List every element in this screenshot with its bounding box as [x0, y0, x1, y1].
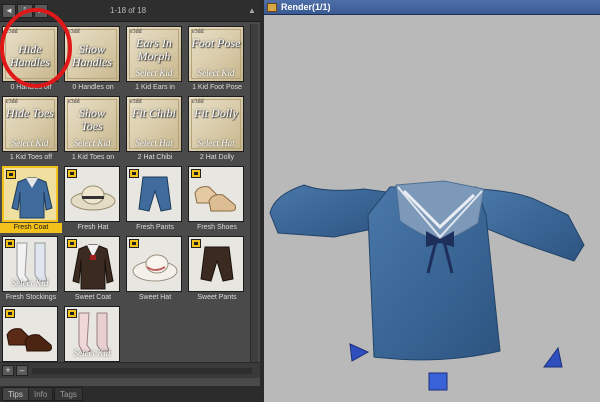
library-item-fresh-stockings[interactable]: Select Kid Fresh Stockings	[0, 234, 60, 302]
red-annotation-circle	[0, 8, 72, 88]
figure-badge-icon	[129, 239, 139, 248]
item-caption: 1 Kid Toes on	[71, 154, 115, 161]
item-range-label: 1-18 of 18	[110, 6, 147, 15]
library-item-hide-toes[interactable]: e3dd Hide Toes Select Kid 1 Kid Toes off	[0, 94, 60, 162]
figure-badge-icon	[67, 309, 77, 318]
content-library-pane: ◄ 1 ► 1-18 of 18 ▲ e3dd Hide Handles 0 H…	[0, 0, 260, 402]
item-thumbnail: Select Kid	[2, 236, 58, 292]
library-tab-bar: Tips Info Tags	[0, 386, 260, 402]
library-item-show-toes[interactable]: e3dd Show Toes Select Kid 1 Kid Toes on	[62, 94, 122, 162]
item-thumbnail	[64, 236, 120, 292]
library-item-fresh-coat[interactable]: Fresh Coat	[0, 164, 62, 233]
item-thumbnail	[2, 306, 58, 362]
thumbnail-subtitle: Select Kid	[11, 278, 49, 288]
library-item-grid: e3dd Hide Handles 0 Handles off e3dd Sho…	[0, 8, 248, 362]
item-thumbnail	[188, 166, 244, 222]
render-title-bar[interactable]: Render(1/1)	[264, 0, 600, 15]
item-thumbnail: e3dd Foot Pose Select Kid	[188, 26, 244, 82]
thumbnail-title: Show Toes	[78, 106, 105, 133]
library-bottom-bar: + –	[0, 362, 260, 378]
item-caption: Fresh Pants	[136, 224, 174, 231]
right-marker-icon	[543, 346, 563, 368]
library-item-ears-in[interactable]: e3dd Ears In Morph Select Kid 1 Kid Ears…	[124, 24, 184, 92]
library-item-fresh-shoes[interactable]: Fresh Shoes	[186, 164, 246, 232]
thumbnail-subtitle: Select Kid	[73, 348, 111, 358]
thumbnail-title: Hide Toes	[6, 106, 54, 120]
figure-badge-icon	[5, 309, 15, 318]
render-window-title: Render(1/1)	[281, 2, 331, 12]
item-caption: 1 Kid Ears in	[135, 84, 175, 91]
left-marker-icon	[349, 343, 370, 362]
item-caption: 1 Kid Foot Pose	[192, 84, 242, 91]
tab-tags[interactable]: Tags	[54, 387, 83, 401]
item-thumbnail	[188, 236, 244, 292]
thumbnail-subtitle: Select Kid	[135, 68, 173, 78]
thumbnail-subtitle: Select Kid	[73, 138, 111, 148]
bottom-marker-icon	[428, 372, 448, 391]
library-item-fresh-pants[interactable]: Fresh Pants	[124, 164, 184, 232]
item-thumbnail	[2, 166, 58, 222]
tab-info[interactable]: Info	[28, 387, 54, 401]
rendered-sailor-shirt	[269, 180, 585, 391]
figure-badge-icon	[67, 169, 77, 178]
item-thumbnail: e3dd Fit Dolly Select Hat	[188, 96, 244, 152]
item-tag: e3dd	[6, 99, 18, 105]
item-tag: e3dd	[192, 99, 204, 105]
item-thumbnail: e3dd Fit Chibi Select Hat	[126, 96, 182, 152]
figure-badge-icon	[67, 239, 77, 248]
item-caption: Sweet Hat	[138, 294, 172, 301]
library-scrollbar[interactable]	[250, 24, 258, 362]
item-caption: 2 Hat Dolly	[199, 154, 235, 161]
item-tag: e3dd	[68, 99, 80, 105]
thumbnail-subtitle: Select Hat	[135, 138, 173, 148]
library-item-fit-chibi[interactable]: e3dd Fit Chibi Select Hat 2 Hat Chibi	[124, 94, 184, 162]
item-thumbnail: Select Kid	[64, 306, 120, 362]
item-caption: Sweet Pants	[197, 294, 237, 301]
add-item-button[interactable]: +	[2, 365, 14, 376]
item-thumbnail	[126, 166, 182, 222]
library-item-foot-pose[interactable]: e3dd Foot Pose Select Kid 1 Kid Foot Pos…	[186, 24, 246, 92]
render-window-icon	[267, 3, 277, 12]
remove-item-button[interactable]: –	[16, 365, 28, 376]
item-tag: e3dd	[192, 29, 204, 35]
thumbnail-title: Fit Dolly	[194, 106, 238, 120]
item-thumbnail: e3dd Hide Toes Select Kid	[2, 96, 58, 152]
figure-badge-icon	[191, 239, 201, 248]
figure-badge-icon	[6, 170, 16, 179]
tab-tips[interactable]: Tips	[2, 387, 29, 401]
item-thumbnail	[126, 236, 182, 292]
thumbnail-subtitle: Select Kid	[197, 68, 235, 78]
library-item-fresh-hat[interactable]: Fresh Hat	[62, 164, 122, 232]
library-item-sweet-coat[interactable]: Sweet Coat	[62, 234, 122, 302]
render-window: Render(1/1)	[264, 0, 600, 402]
item-caption: Fresh Stockings	[5, 294, 57, 301]
item-tag: e3dd	[130, 99, 142, 105]
figure-badge-icon	[129, 169, 139, 178]
item-thumbnail: e3dd Show Toes Select Kid	[64, 96, 120, 152]
item-thumbnail: e3dd Ears In Morph Select Kid	[126, 26, 182, 82]
library-item-sweet-hat[interactable]: Sweet Hat	[124, 234, 184, 302]
library-item-fit-dolly[interactable]: e3dd Fit Dolly Select Hat 2 Hat Dolly	[186, 94, 246, 162]
item-caption: 1 Kid Toes off	[9, 154, 53, 161]
horizontal-scrollbar[interactable]	[32, 368, 252, 374]
app-window: ◄ 1 ► 1-18 of 18 ▲ e3dd Hide Handles 0 H…	[0, 0, 600, 402]
thumbnail-title: Ears In Morph	[136, 36, 172, 63]
render-viewport[interactable]	[264, 15, 600, 402]
thumbnail-title: Fit Chibi	[132, 106, 176, 120]
scroll-up-button[interactable]: ▲	[246, 4, 258, 18]
item-thumbnail	[64, 166, 120, 222]
item-caption: Fresh Hat	[77, 224, 109, 231]
library-item-sweet-pants[interactable]: Sweet Pants	[186, 234, 246, 302]
item-tag: e3dd	[130, 29, 142, 35]
thumbnail-subtitle: Select Kid	[11, 138, 49, 148]
figure-badge-icon	[5, 239, 15, 248]
item-caption: Fresh Shoes	[197, 224, 237, 231]
thumbnail-title: Foot Pose	[191, 36, 241, 50]
figure-badge-icon	[191, 169, 201, 178]
item-caption: Fresh Coat	[0, 223, 62, 233]
item-caption: Sweet Coat	[74, 294, 112, 301]
item-caption: 2 Hat Chibi	[137, 154, 173, 161]
thumbnail-subtitle: Select Hat	[197, 138, 235, 148]
